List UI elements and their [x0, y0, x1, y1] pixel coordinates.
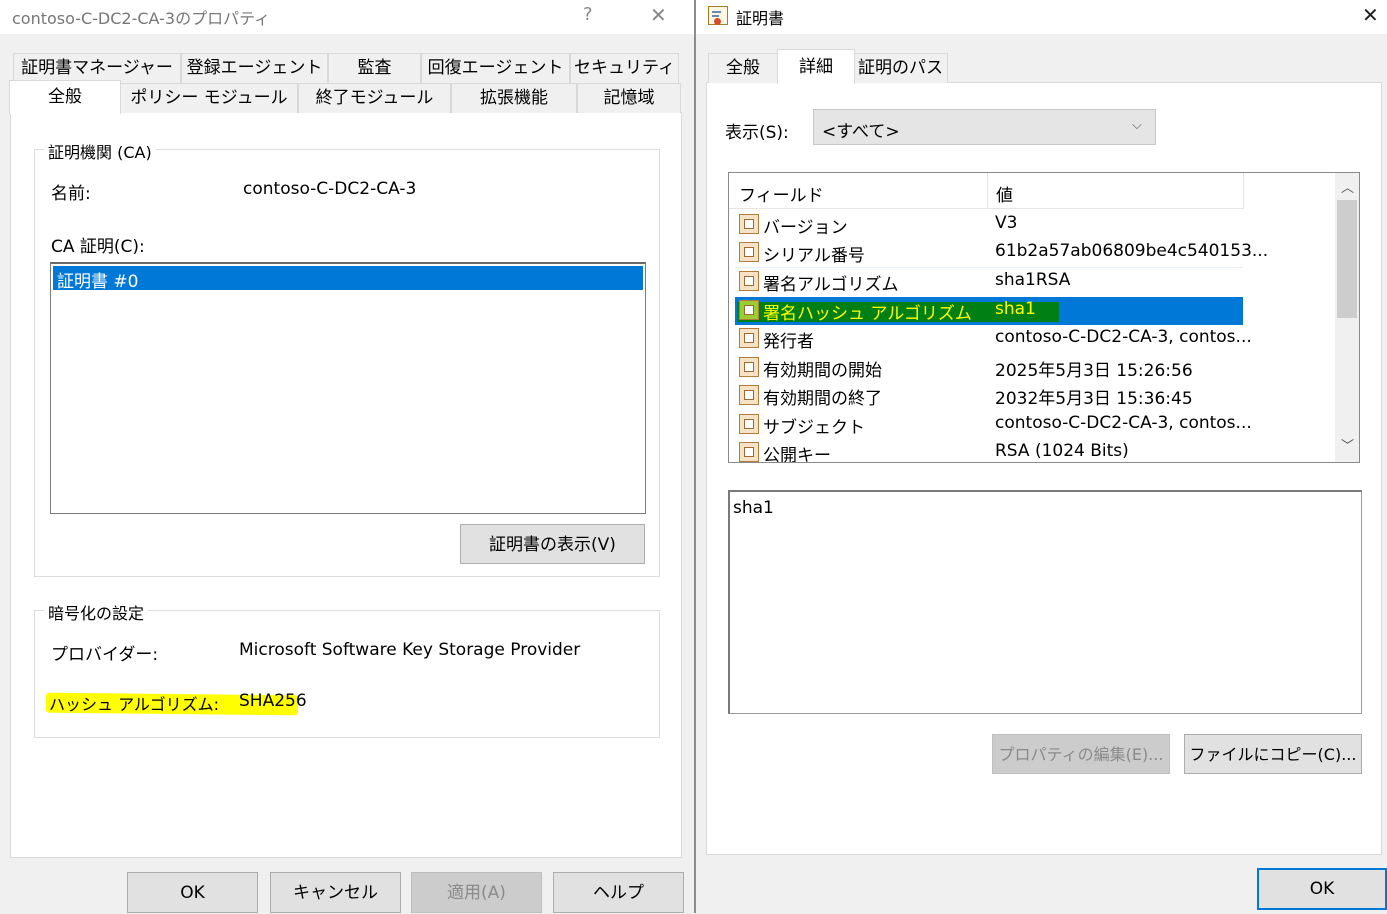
show-label: 表示(S):: [725, 123, 789, 143]
ok-button[interactable]: OK: [127, 872, 258, 913]
field-value: contoso-C-DC2-CA-3, contos...: [995, 413, 1252, 433]
field-icon: [739, 214, 759, 234]
cert-ok-button[interactable]: OK: [1257, 868, 1387, 910]
field-row[interactable]: 発行者 contoso-C-DC2-CA-3, contos...: [735, 325, 1252, 353]
tab-cert-path[interactable]: 証明のパス: [853, 53, 948, 83]
field-name: 有効期間の終了: [763, 389, 882, 409]
scroll-down-icon[interactable]: ﹀: [1341, 435, 1354, 454]
field-name: シリアル番号: [763, 246, 865, 266]
tab-cert-general[interactable]: 全般: [708, 53, 778, 83]
field-name: サブジェクト: [763, 418, 865, 438]
scroll-thumb[interactable]: [1337, 200, 1357, 318]
ca-cert-list-item[interactable]: 証明書 #0: [53, 266, 643, 292]
hash-algorithm-label: ハッシュ アルゴリズム:: [49, 695, 219, 714]
field-name: 有効期間の開始: [763, 361, 882, 381]
tab-general[interactable]: 全般: [9, 80, 121, 114]
field-row[interactable]: 有効期間の開始 2025年5月3日 15:26:56: [735, 354, 1243, 382]
ca-cert-label: CA 証明(C):: [51, 237, 145, 257]
tab-storage[interactable]: 記憶域: [577, 83, 681, 113]
ca-name-label: 名前:: [51, 184, 91, 204]
field-name: 署名ハッシュ アルゴリズム: [763, 304, 972, 324]
right-titlebar: 証明書 ✕: [696, 0, 1387, 34]
detail-text: sha1: [733, 498, 774, 518]
field-row[interactable]: 有効期間の終了 2032年5月3日 15:36:45: [735, 382, 1243, 410]
help-icon[interactable]: ?: [583, 4, 593, 25]
ca-group-title: 証明機関 (CA): [44, 139, 156, 163]
list-header: フィールド 値: [729, 173, 1244, 209]
field-icon: [739, 242, 759, 262]
field-value: 2032年5月3日 15:36:45: [995, 389, 1193, 409]
right-window-title: 証明書: [736, 9, 785, 28]
field-icon: [739, 385, 759, 405]
tab-cert-details[interactable]: 詳細: [777, 49, 855, 84]
tab-cert-manager[interactable]: 証明書マネージャー: [13, 53, 181, 83]
field-row[interactable]: サブジェクト contoso-C-DC2-CA-3, contos...: [735, 411, 1252, 439]
list-scrollbar[interactable]: ︿ ﹀: [1335, 173, 1359, 462]
field-value: RSA (1024 Bits): [995, 441, 1129, 461]
tab-policy-module[interactable]: ポリシー モジュール: [120, 83, 298, 113]
field-row[interactable]: バージョン V3: [735, 211, 1243, 239]
provider-label: プロバイダー:: [51, 645, 159, 665]
field-name: バージョン: [763, 218, 848, 238]
ca-name-value: contoso-C-DC2-CA-3: [243, 179, 417, 199]
tab-exit-module[interactable]: 終了モジュール: [298, 83, 451, 113]
left-window-title: contoso-C-DC2-CA-3のプロパティ: [12, 9, 271, 28]
show-dropdown-value: <すべて>: [822, 122, 900, 142]
field-name: 署名アルゴリズム: [763, 275, 899, 295]
view-cert-button[interactable]: 証明書の表示(V): [460, 524, 645, 564]
field-icon: [739, 357, 759, 377]
tab-extensions[interactable]: 拡張機能: [451, 83, 577, 113]
help-button[interactable]: ヘルプ: [553, 872, 684, 913]
left-titlebar: contoso-C-DC2-CA-3のプロパティ ? ✕: [0, 0, 694, 34]
field-value: contoso-C-DC2-CA-3, contos...: [995, 327, 1252, 347]
ca-cert-listbox[interactable]: 証明書 #0: [50, 262, 646, 514]
detail-textbox[interactable]: sha1: [728, 490, 1362, 714]
show-dropdown[interactable]: <すべて> ⌵: [813, 109, 1156, 145]
field-value: 61b2a57ab06809be4c540153...: [995, 241, 1269, 261]
copy-to-file-button[interactable]: ファイルにコピー(C)...: [1184, 734, 1362, 774]
tab-enrollment-agent[interactable]: 登録エージェント: [181, 53, 328, 83]
close-icon[interactable]: ✕: [650, 3, 667, 27]
field-value: 2025年5月3日 15:26:56: [995, 361, 1193, 381]
close-icon[interactable]: ✕: [1362, 3, 1379, 27]
tab-recovery-agent[interactable]: 回復エージェント: [421, 53, 570, 83]
field-icon: [739, 442, 759, 462]
field-value: sha1: [995, 299, 1036, 319]
field-row[interactable]: 公開キー RSA (1024 Bits): [735, 439, 1243, 463]
provider-value: Microsoft Software Key Storage Provider: [239, 640, 581, 660]
field-row[interactable]: 署名アルゴリズム sha1RSA: [735, 268, 1243, 296]
field-row[interactable]: シリアル番号 61b2a57ab06809be4c540153...: [735, 239, 1268, 268]
field-name: 発行者: [763, 332, 814, 352]
field-icon: [739, 271, 759, 291]
ca-cert-list-item-label: 証明書 #0: [57, 272, 139, 292]
field-row-selected[interactable]: 署名ハッシュ アルゴリズム sha1: [735, 297, 1243, 325]
field-name: 公開キー: [763, 446, 831, 463]
field-icon: [739, 300, 759, 320]
certificate-window: 証明書 ✕ 全般 証明のパス 詳細 表示(S): <すべて> ⌵ フィールド 値…: [696, 0, 1387, 913]
apply-button[interactable]: 適用(A): [411, 872, 542, 913]
cancel-button[interactable]: キャンセル: [270, 872, 401, 913]
field-icon: [739, 414, 759, 434]
certificate-icon: [708, 6, 728, 25]
column-value-header[interactable]: 値: [996, 181, 1013, 206]
tab-security[interactable]: セキュリティ: [570, 53, 679, 83]
chevron-down-icon: ⌵: [1132, 118, 1142, 133]
ca-properties-window: contoso-C-DC2-CA-3のプロパティ ? ✕ 証明書マネージャー 登…: [0, 0, 694, 913]
field-listview[interactable]: フィールド 値 バージョン V3 シリアル番号 61b2a57ab06809be…: [728, 172, 1360, 463]
column-field-header[interactable]: フィールド: [739, 181, 824, 206]
hash-algorithm-value: SHA256: [239, 691, 307, 711]
field-value: sha1RSA: [995, 270, 1071, 290]
field-value: V3: [995, 213, 1018, 233]
crypto-group-title: 暗号化の設定: [44, 600, 149, 624]
crypto-groupbox: [34, 610, 660, 738]
field-icon: [739, 328, 759, 348]
edit-properties-button[interactable]: プロパティの編集(E)...: [992, 734, 1170, 774]
tab-audit[interactable]: 監査: [328, 53, 421, 83]
scroll-up-icon[interactable]: ︿: [1341, 177, 1354, 196]
